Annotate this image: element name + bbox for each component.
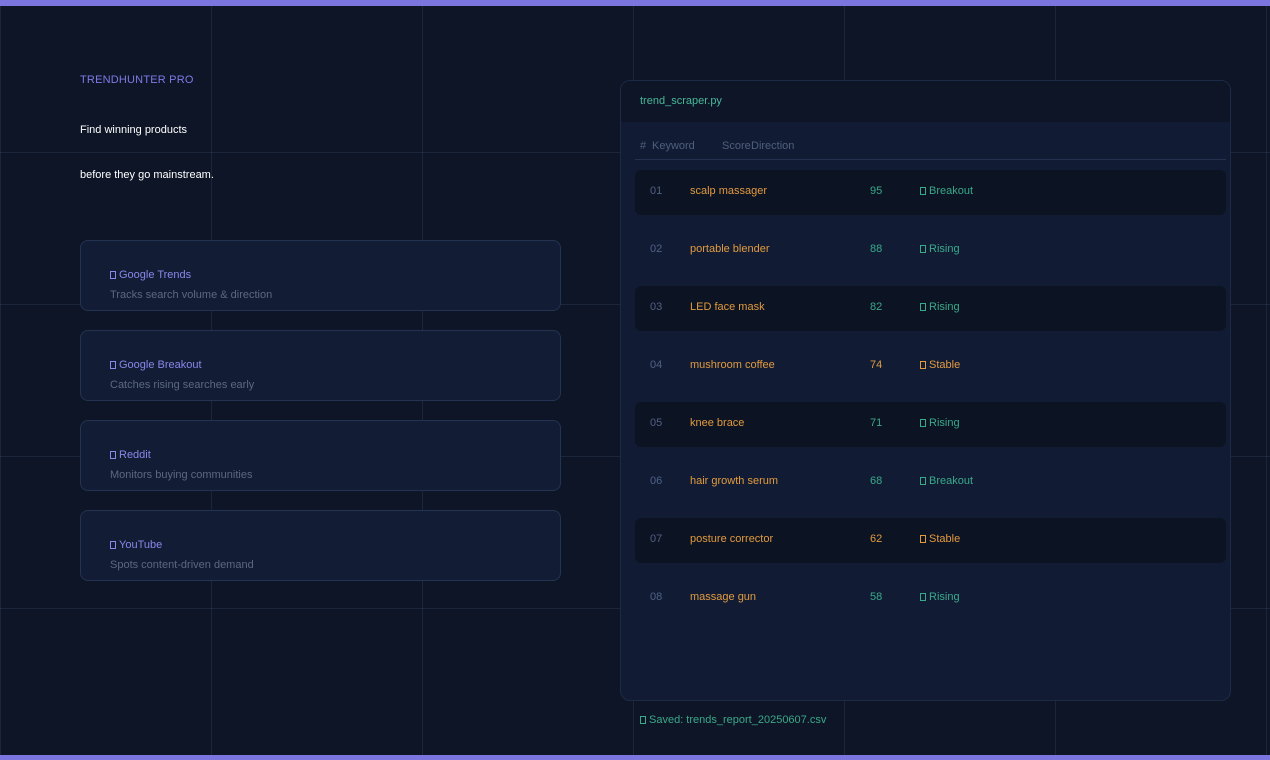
row-keyword: knee brace (690, 417, 745, 429)
column-header-keyword: Keyword (652, 140, 695, 152)
top-accent-bar (0, 0, 1270, 6)
headline-line-1: Find winning products (80, 124, 188, 136)
table-row[interactable]: 04 mushroom coffee 74 Stable (635, 344, 1226, 389)
row-number: 05 (650, 417, 663, 429)
trend-up-icon (920, 477, 926, 485)
table-row[interactable]: 05 knee brace 71 Rising (635, 402, 1226, 447)
source-card-google-trends[interactable]: Google Trends Tracks search volume & dir… (80, 240, 561, 311)
source-title: Google Trends (110, 269, 191, 281)
saved-status: Saved: trends_report_20250607.csv (640, 714, 826, 726)
row-direction: Stable (920, 533, 960, 545)
bottom-accent-bar (0, 755, 1270, 760)
row-keyword: scalp massager (690, 185, 768, 197)
column-header-score: Score (722, 140, 751, 152)
app-stage: TRENDHUNTER PRO Find winning products be… (0, 0, 1270, 760)
check-icon (640, 716, 646, 724)
source-icon (110, 361, 116, 369)
source-description: Tracks search volume & direction (110, 289, 273, 301)
row-keyword: posture corrector (690, 533, 774, 545)
table-row[interactable]: 07 posture corrector 62 Stable (635, 518, 1226, 563)
row-direction: Rising (920, 301, 960, 313)
row-direction: Breakout (920, 185, 973, 197)
row-score: 58 (870, 591, 883, 603)
table-row[interactable]: 08 massage gun 58 Rising (635, 576, 1226, 621)
row-keyword: portable blender (690, 243, 770, 255)
row-keyword: mushroom coffee (690, 359, 775, 371)
row-score: 88 (870, 243, 883, 255)
row-score: 74 (870, 359, 883, 371)
row-direction: Stable (920, 359, 960, 371)
results-panel: trend_scraper.py # Keyword Score Directi… (620, 80, 1231, 701)
row-number: 07 (650, 533, 663, 545)
row-number: 03 (650, 301, 663, 313)
row-keyword: hair growth serum (690, 475, 779, 487)
table-row[interactable]: 01 scalp massager 95 Breakout (635, 170, 1226, 215)
brand-label: TRENDHUNTER PRO (80, 74, 194, 86)
trend-up-icon (920, 593, 926, 601)
trend-up-icon (920, 187, 926, 195)
source-description: Spots content-driven demand (110, 559, 254, 571)
row-direction: Rising (920, 591, 960, 603)
source-icon (110, 451, 116, 459)
source-description: Monitors buying communities (110, 469, 253, 481)
source-title: YouTube (110, 539, 162, 551)
source-icon (110, 271, 116, 279)
row-number: 01 (650, 185, 663, 197)
trend-up-icon (920, 245, 926, 253)
row-number: 04 (650, 359, 663, 371)
column-header-direction: Direction (751, 140, 795, 152)
row-number: 06 (650, 475, 663, 487)
table-row[interactable]: 06 hair growth serum 68 Breakout (635, 460, 1226, 505)
trend-up-icon (920, 419, 926, 427)
source-title: Google Breakout (110, 359, 202, 371)
source-title: Reddit (110, 449, 151, 461)
row-score: 82 (870, 301, 883, 313)
table-header: # Keyword Score Direction (635, 140, 1226, 160)
row-direction: Rising (920, 417, 960, 429)
table-row[interactable]: 02 portable blender 88 Rising (635, 228, 1226, 273)
script-filename: trend_scraper.py (640, 95, 722, 107)
row-direction: Breakout (920, 475, 973, 487)
source-card-google-breakout[interactable]: Google Breakout Catches rising searches … (80, 330, 561, 401)
row-number: 02 (650, 243, 663, 255)
source-card-youtube[interactable]: YouTube Spots content-driven demand (80, 510, 561, 581)
trend-up-icon (920, 303, 926, 311)
row-score: 71 (870, 417, 883, 429)
row-score: 62 (870, 533, 883, 545)
row-keyword: massage gun (690, 591, 757, 603)
headline-line-2: before they go mainstream. (80, 169, 214, 181)
column-header-number: # (640, 140, 647, 152)
row-direction: Rising (920, 243, 960, 255)
trend-flat-icon (920, 361, 926, 369)
trend-flat-icon (920, 535, 926, 543)
source-description: Catches rising searches early (110, 379, 255, 391)
panel-header: trend_scraper.py (621, 81, 1230, 122)
row-keyword: LED face mask (690, 301, 765, 313)
row-number: 08 (650, 591, 663, 603)
table-row[interactable]: 03 LED face mask 82 Rising (635, 286, 1226, 331)
row-score: 95 (870, 185, 883, 197)
row-score: 68 (870, 475, 883, 487)
source-icon (110, 541, 116, 549)
source-card-reddit[interactable]: Reddit Monitors buying communities (80, 420, 561, 491)
